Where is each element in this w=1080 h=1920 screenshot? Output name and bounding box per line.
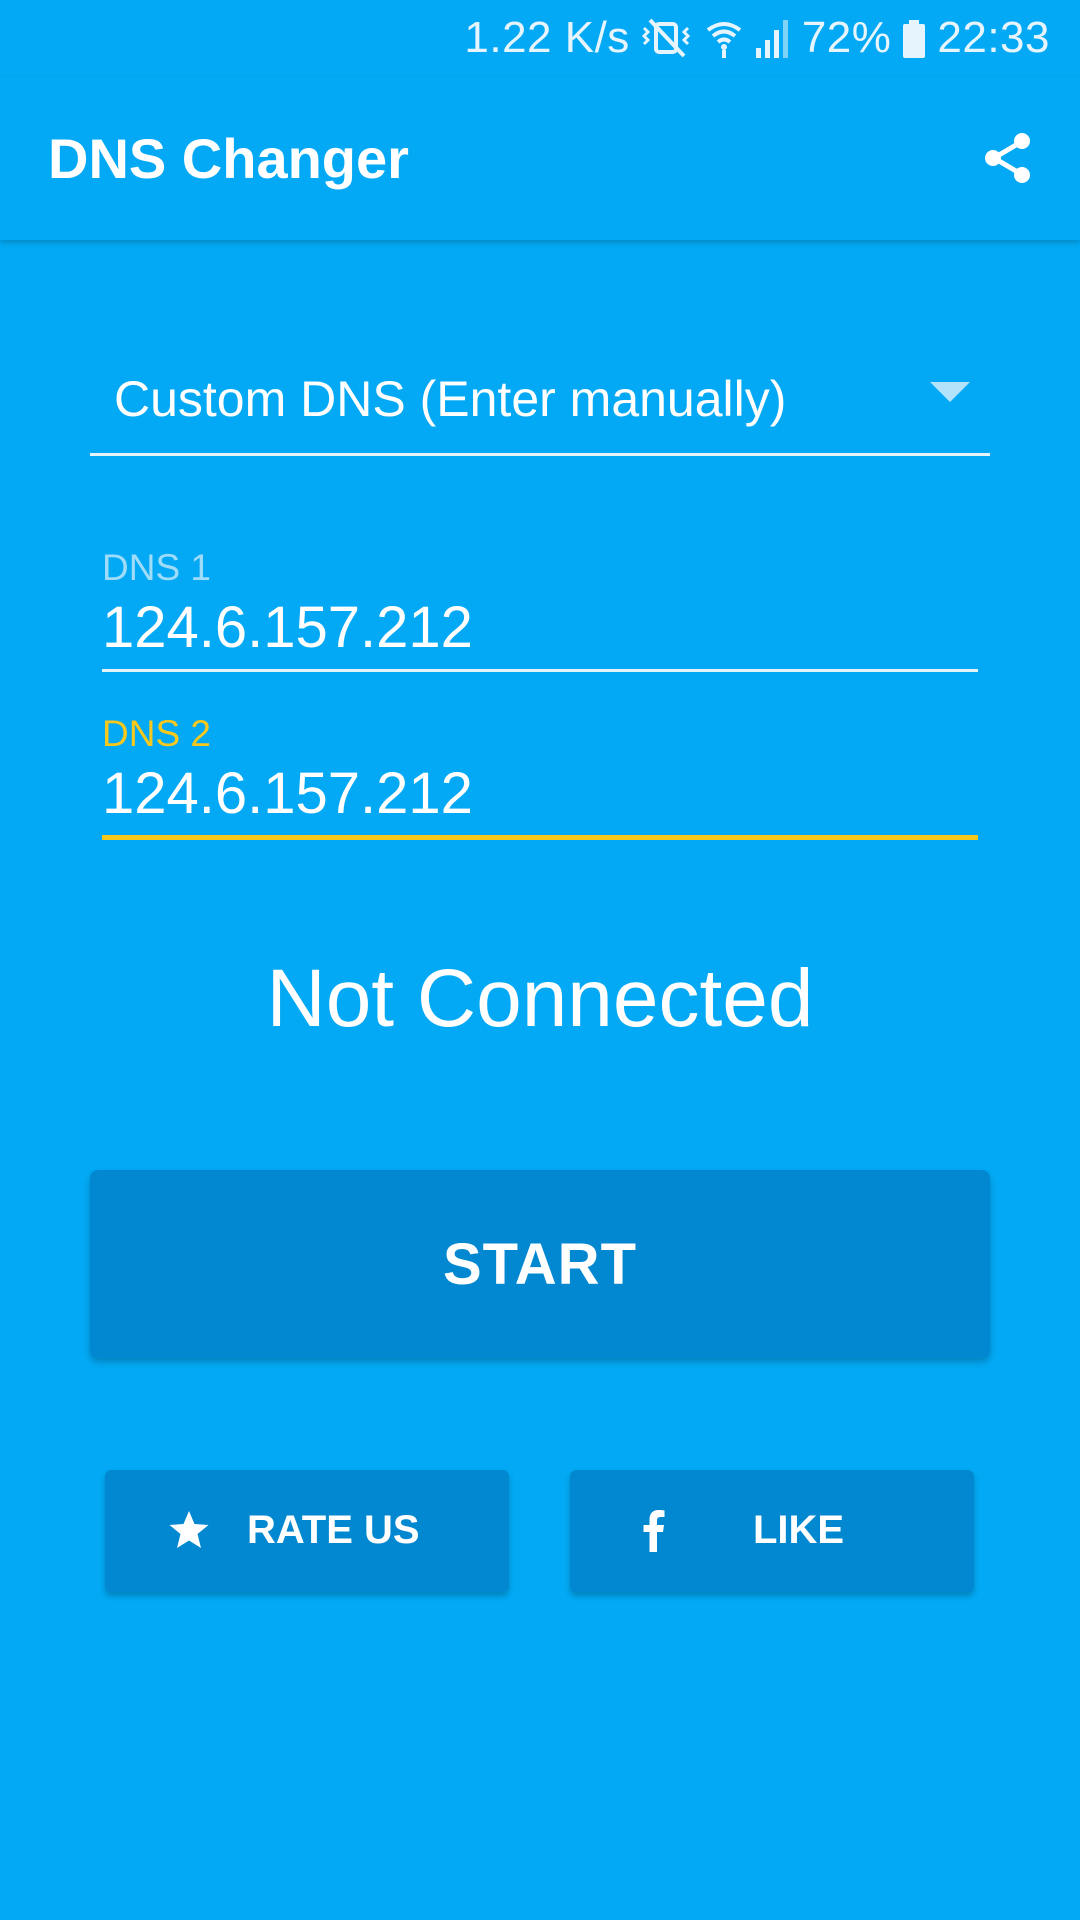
start-button[interactable]: START	[90, 1170, 990, 1358]
dns2-label: DNS 2	[102, 713, 211, 754]
vibrate-muted-icon	[640, 16, 694, 60]
app-bar: DNS Changer	[0, 76, 1080, 240]
rate-us-button[interactable]: RATE US	[105, 1470, 509, 1592]
like-button[interactable]: LIKE	[570, 1470, 974, 1592]
screen: 1.22 K/s 72% 22:33 DNS Changer Custom DN…	[0, 0, 1080, 1920]
like-label: LIKE	[753, 1508, 845, 1552]
clock: 22:33	[937, 13, 1050, 62]
dns2-field: DNS 2	[102, 714, 978, 840]
share-icon	[985, 133, 1030, 183]
share-button[interactable]	[972, 122, 1044, 194]
dns1-input[interactable]	[102, 588, 978, 672]
facebook-icon	[630, 1506, 678, 1554]
status-bar: 1.22 K/s 72% 22:33	[0, 0, 1080, 76]
signal-icon	[754, 16, 792, 60]
battery-icon	[901, 16, 927, 60]
app-title: DNS Changer	[48, 127, 409, 190]
battery-percent: 72%	[801, 13, 892, 62]
dns2-input[interactable]	[102, 754, 978, 840]
dropdown-arrow-icon	[930, 382, 970, 402]
connection-status-text: Not Connected	[266, 953, 814, 1044]
wifi-icon	[704, 16, 744, 60]
start-button-label: START	[442, 1231, 637, 1297]
net-speed: 1.22 K/s	[464, 13, 630, 62]
dns-provider-dropdown[interactable]: Custom DNS (Enter manually)	[90, 352, 990, 456]
dropdown-selected-value: Custom DNS (Enter manually)	[114, 371, 787, 427]
star-icon	[165, 1506, 213, 1554]
dns1-label: DNS 1	[102, 547, 211, 588]
dns1-field: DNS 1	[102, 548, 978, 672]
status-bar-right: 1.22 K/s 72% 22:33	[464, 10, 1050, 66]
rate-us-label: RATE US	[247, 1508, 420, 1552]
